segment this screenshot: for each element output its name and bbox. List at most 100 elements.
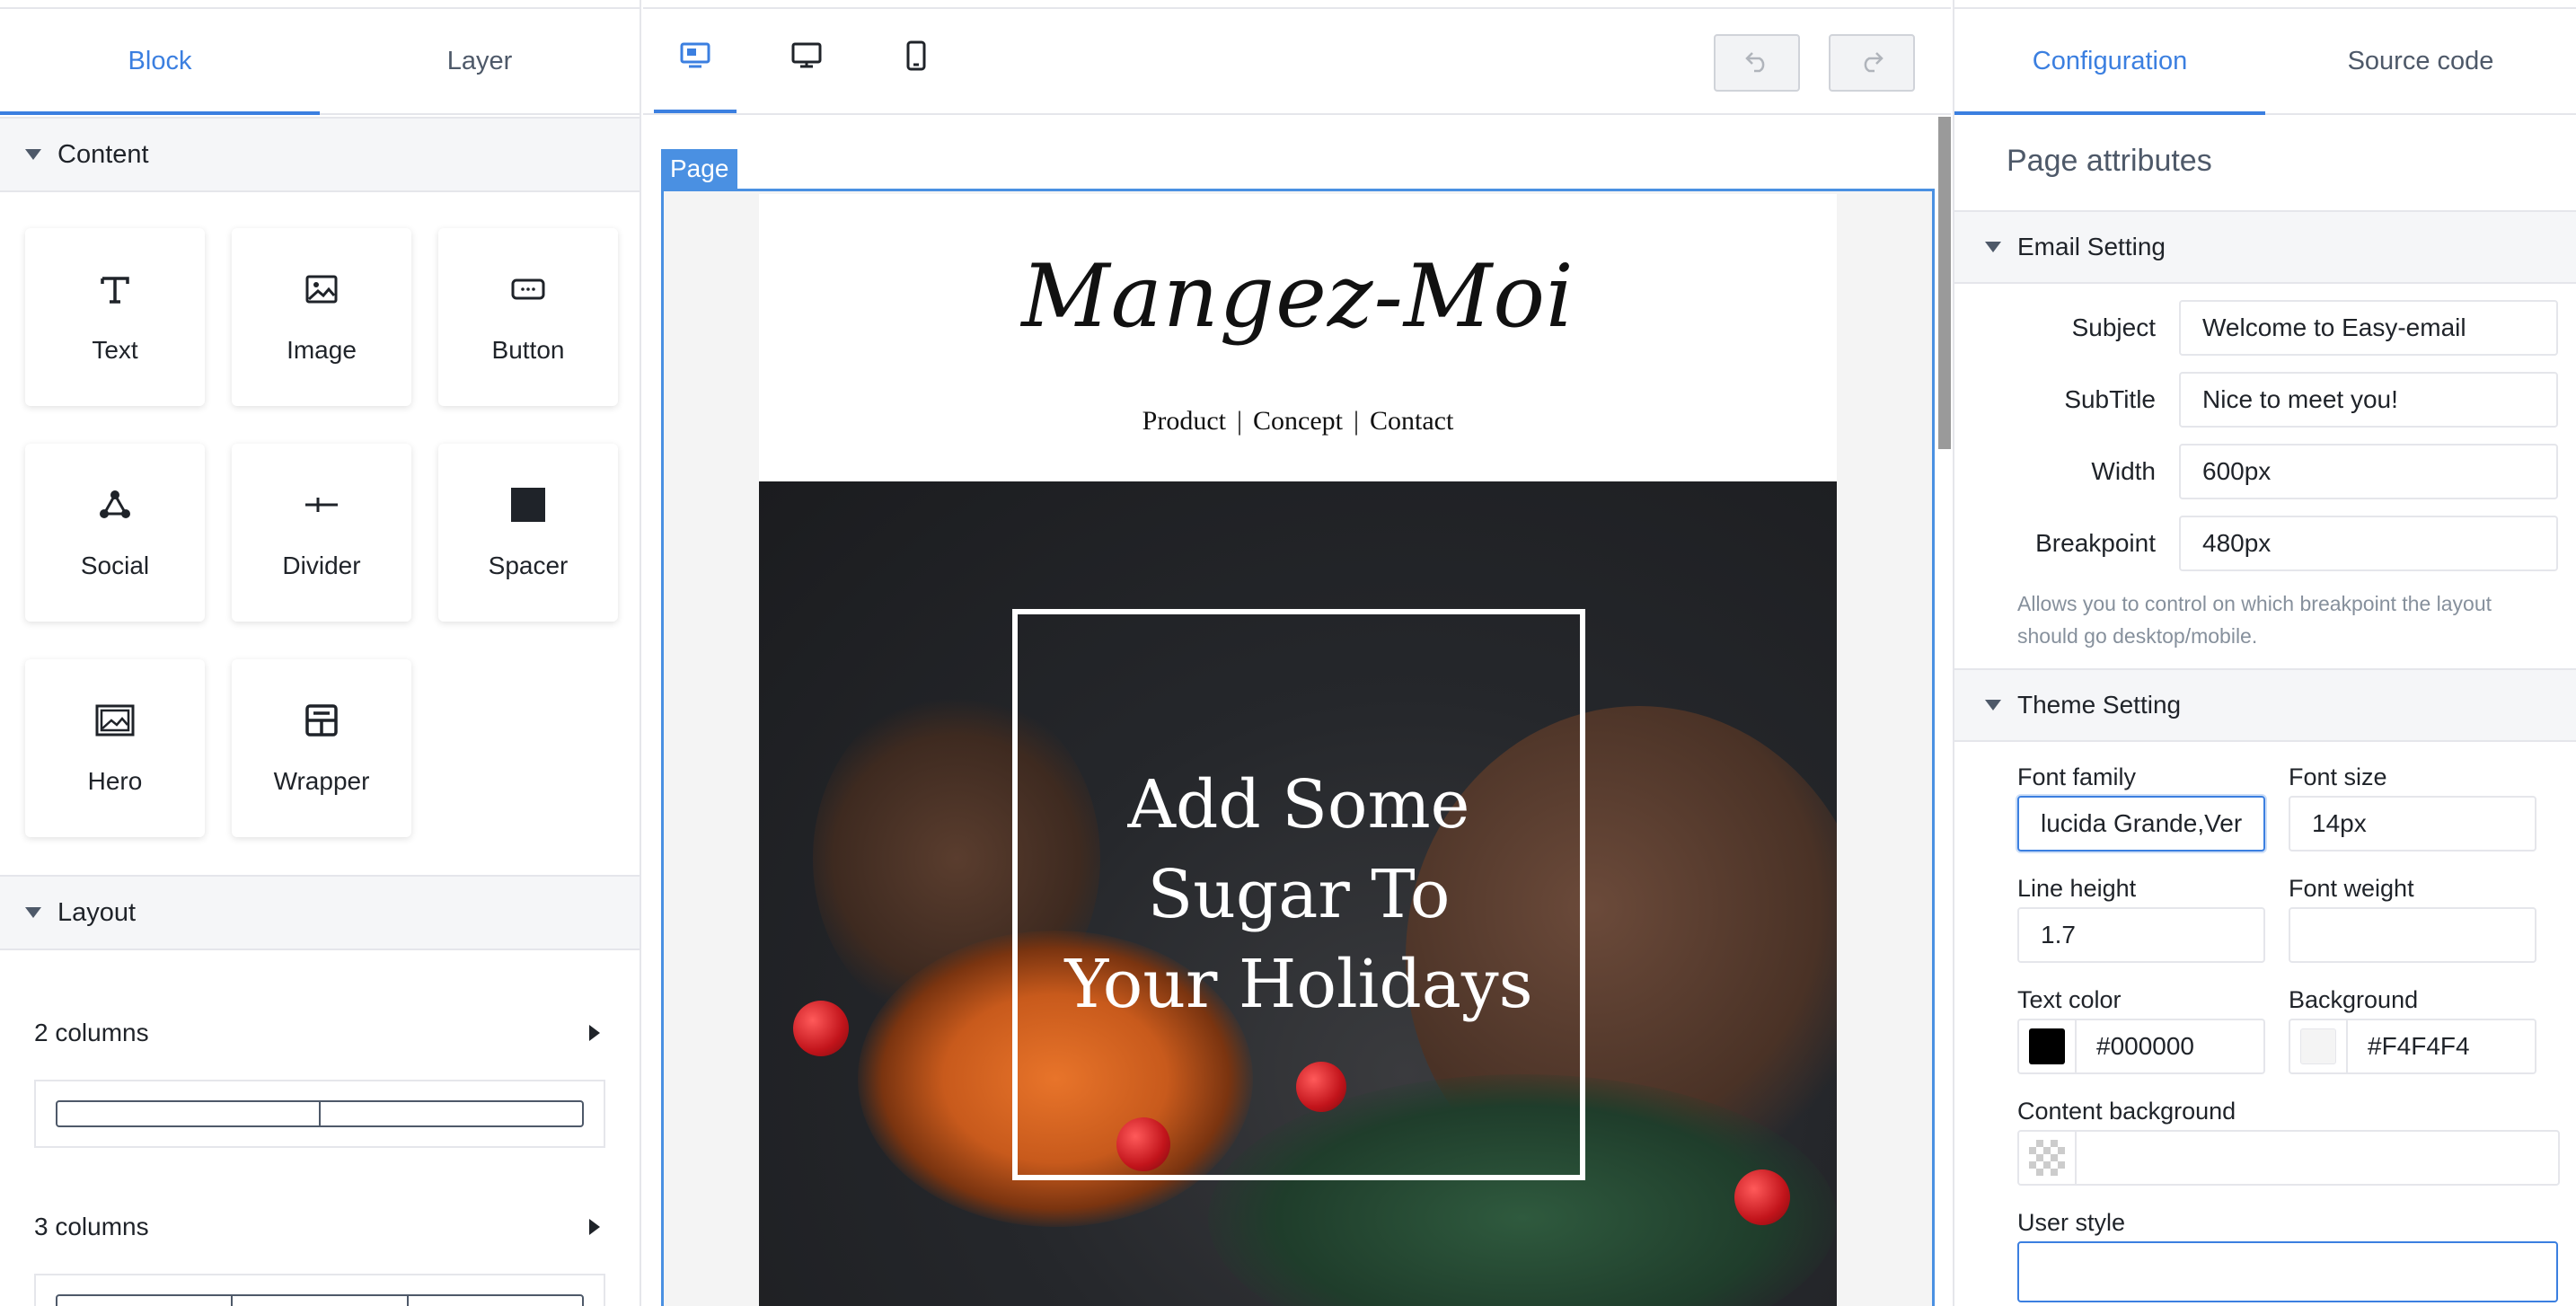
canvas-scrollbar[interactable] bbox=[1938, 117, 1951, 449]
font-family-input[interactable]: lucida Grande,Ver bbox=[2017, 796, 2265, 852]
tab-source-code[interactable]: Source code bbox=[2265, 9, 2576, 113]
tab-layer[interactable]: Layer bbox=[320, 9, 640, 113]
caret-right-icon bbox=[589, 1025, 600, 1041]
layout-preview-3-columns[interactable] bbox=[34, 1274, 605, 1306]
mobile-preview-button[interactable] bbox=[875, 9, 957, 106]
block-label: Button bbox=[491, 336, 565, 364]
button-icon bbox=[508, 269, 548, 309]
block-text[interactable]: Text bbox=[25, 228, 205, 406]
breakpoint-label: Breakpoint bbox=[2035, 529, 2156, 557]
block-label: Wrapper bbox=[273, 767, 370, 795]
undo-icon bbox=[1743, 49, 1770, 77]
nav-separator: | bbox=[1237, 406, 1243, 436]
nav-contact[interactable]: Contact bbox=[1364, 406, 1459, 437]
layout-section-title: Layout bbox=[57, 897, 137, 927]
text-color-label: Text color bbox=[2017, 986, 2122, 1013]
block-social[interactable]: Social bbox=[25, 444, 205, 622]
background-swatch-cell[interactable] bbox=[2290, 1020, 2348, 1072]
font-weight-label: Font weight bbox=[2289, 875, 2414, 902]
block-label: Image bbox=[287, 336, 357, 364]
subject-row: Subject Welcome to Easy-email bbox=[1954, 300, 2558, 356]
undo-button[interactable] bbox=[1714, 34, 1800, 92]
block-spacer[interactable]: Spacer bbox=[438, 444, 618, 622]
left-panel: Block Layer Content Text Image Button So… bbox=[0, 0, 641, 1306]
page-tag[interactable]: Page bbox=[661, 149, 738, 189]
block-divider[interactable]: Divider bbox=[232, 444, 411, 622]
left-tabs: Block Layer bbox=[0, 9, 640, 115]
background-color-value[interactable]: #F4F4F4 bbox=[2348, 1032, 2470, 1061]
width-row: Width 600px bbox=[1954, 444, 2558, 499]
content-background-swatch-cell[interactable] bbox=[2019, 1132, 2077, 1184]
subtitle-label: SubTitle bbox=[2064, 385, 2156, 413]
user-style-label: User style bbox=[2017, 1209, 2126, 1236]
hero-line: Your Holidays bbox=[1064, 946, 1533, 1023]
subtitle-input[interactable]: Nice to meet you! bbox=[2179, 372, 2558, 428]
text-color-picker[interactable]: #000000 bbox=[2017, 1019, 2265, 1074]
brand-logo[interactable]: Mangez-Moi bbox=[759, 246, 1837, 347]
layout-item-2-columns[interactable]: 2 columns bbox=[34, 1019, 600, 1047]
breakpoint-row: Breakpoint 480px bbox=[1954, 516, 2558, 571]
hero-section[interactable]: Add Some Sugar To Your Holidays bbox=[759, 481, 1837, 1306]
hero-heading[interactable]: Add Some Sugar To Your Holidays bbox=[1064, 760, 1532, 1029]
theme-setting-title: Theme Setting bbox=[2017, 691, 2182, 719]
hero-line: Add Some bbox=[1127, 766, 1470, 843]
tab-configuration[interactable]: Configuration bbox=[1954, 9, 2265, 115]
block-button[interactable]: Button bbox=[438, 228, 618, 406]
page-attributes-title: Page attributes bbox=[2007, 144, 2212, 178]
text-color-swatch-cell[interactable] bbox=[2019, 1020, 2077, 1072]
background-color-picker[interactable]: #F4F4F4 bbox=[2289, 1019, 2536, 1074]
nav-concept[interactable]: Concept bbox=[1248, 406, 1348, 437]
layout-section-header[interactable]: Layout bbox=[0, 875, 640, 950]
font-weight-input[interactable] bbox=[2289, 907, 2536, 963]
block-wrapper[interactable]: Wrapper bbox=[232, 659, 411, 837]
subject-input[interactable]: Welcome to Easy-email bbox=[2179, 300, 2558, 356]
columns-preview bbox=[56, 1100, 584, 1127]
width-input[interactable]: 600px bbox=[2179, 444, 2558, 499]
text-color-value[interactable]: #000000 bbox=[2077, 1032, 2194, 1061]
email-content[interactable]: Mangez-Moi Product | Concept | Contact A… bbox=[759, 194, 1837, 1306]
theme-setting-header[interactable]: Theme Setting bbox=[1954, 668, 2576, 742]
font-size-input[interactable]: 14px bbox=[2289, 796, 2536, 852]
tab-block[interactable]: Block bbox=[0, 9, 320, 115]
nav-product[interactable]: Product bbox=[1137, 406, 1231, 437]
email-setting-title: Email Setting bbox=[2017, 233, 2166, 260]
email-nav[interactable]: Product | Concept | Contact bbox=[759, 406, 1837, 437]
right-panel: Configuration Source code Page attribute… bbox=[1953, 0, 2576, 1306]
transparent-swatch-icon bbox=[2029, 1140, 2065, 1176]
layout-preview-2-columns[interactable] bbox=[34, 1080, 605, 1148]
page-block[interactable]: Mangez-Moi Product | Concept | Contact A… bbox=[661, 189, 1935, 1306]
email-setting-header[interactable]: Email Setting bbox=[1954, 210, 2576, 284]
hero-frame: Add Some Sugar To Your Holidays bbox=[1012, 609, 1585, 1180]
block-label: Hero bbox=[87, 767, 143, 795]
right-tabs: Configuration Source code bbox=[1954, 9, 2576, 115]
layout-item-3-columns[interactable]: 3 columns bbox=[34, 1213, 600, 1241]
desktop-preview-button[interactable] bbox=[765, 9, 848, 106]
text-icon bbox=[95, 269, 135, 309]
content-background-picker[interactable] bbox=[2017, 1130, 2560, 1186]
editor-mode-button[interactable] bbox=[654, 9, 737, 113]
content-section-header[interactable]: Content bbox=[0, 117, 640, 192]
caret-down-icon bbox=[1985, 242, 2001, 252]
block-image[interactable]: Image bbox=[232, 228, 411, 406]
editor-canvas: Page Mangez-Moi Product | Concept | Cont… bbox=[643, 0, 1951, 1306]
content-background-label: Content background bbox=[2017, 1098, 2236, 1125]
social-icon bbox=[95, 485, 135, 525]
caret-down-icon bbox=[25, 907, 41, 918]
berry-shape bbox=[1734, 1169, 1790, 1225]
top-rule bbox=[1954, 0, 2576, 9]
redo-button[interactable] bbox=[1829, 34, 1915, 92]
columns-preview bbox=[56, 1294, 584, 1306]
block-hero[interactable]: Hero bbox=[25, 659, 205, 837]
line-height-input[interactable]: 1.7 bbox=[2017, 907, 2265, 963]
breakpoint-hint: Allows you to control on which breakpoin… bbox=[2017, 592, 2492, 648]
color-swatch bbox=[2300, 1028, 2336, 1064]
background-label: Background bbox=[2289, 986, 2419, 1013]
content-section-title: Content bbox=[57, 139, 149, 169]
subject-label: Subject bbox=[2071, 313, 2156, 341]
wrapper-icon bbox=[302, 701, 341, 740]
block-label: Spacer bbox=[488, 552, 569, 579]
breakpoint-input[interactable]: 480px bbox=[2179, 516, 2558, 571]
user-style-textarea[interactable] bbox=[2017, 1241, 2558, 1302]
caret-right-icon bbox=[589, 1219, 600, 1235]
image-icon bbox=[302, 269, 341, 309]
